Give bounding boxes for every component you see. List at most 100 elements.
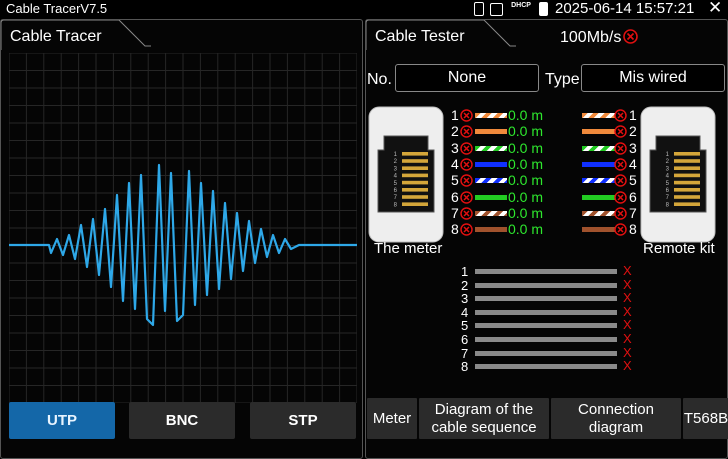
sd-card-icon xyxy=(474,2,484,16)
sequence-row: 1X xyxy=(366,263,728,279)
bnc-button[interactable]: BNC xyxy=(129,402,235,439)
error-icon xyxy=(460,141,473,155)
wire-length: 0.0 m xyxy=(508,139,544,156)
error-icon xyxy=(614,141,627,155)
tab-t568b[interactable]: T568B xyxy=(683,398,728,439)
cable-tester-panel: Cable Tester 100Mb/s No. None Type Mis w… xyxy=(365,19,728,459)
signal-scope xyxy=(9,53,357,403)
tab-connection-diagram[interactable]: Connection diagram xyxy=(551,398,681,439)
error-icon xyxy=(614,125,627,139)
bnc-label: BNC xyxy=(165,412,199,429)
wire-length: 0.0 m xyxy=(508,107,544,123)
remote-wire-color-bar xyxy=(582,129,615,135)
tab-label: Cable Tester xyxy=(375,28,465,45)
remote-wire-pin: 1 xyxy=(629,107,637,123)
tab-meter-label: Meter xyxy=(372,409,412,427)
tab-cable-sequence-label: Diagram of the cable sequence xyxy=(431,400,537,436)
wire-row: 2 0.0 m 2 xyxy=(366,123,728,140)
link-speed: 100Mb/s xyxy=(560,29,622,46)
wire-length: 0.0 m xyxy=(508,155,544,172)
remote-wire-color-bar xyxy=(582,210,615,216)
number-label: No. xyxy=(367,71,392,88)
wire-pin: 2 xyxy=(451,123,459,140)
wire-color-bar xyxy=(475,194,507,200)
remote-wire-color-bar xyxy=(582,145,615,151)
sequence-bar xyxy=(475,282,617,288)
sequence-row: 8X xyxy=(366,358,728,374)
error-icon xyxy=(460,223,473,236)
sequence-bar xyxy=(475,364,617,370)
sequence-bar xyxy=(475,337,617,342)
utp-label: UTP xyxy=(47,412,77,429)
number-field[interactable]: None xyxy=(395,64,539,92)
wire-pin: 1 xyxy=(451,107,459,123)
sequence-row: 4X xyxy=(366,304,728,320)
sequence-bar xyxy=(475,296,617,302)
sequence-bar xyxy=(475,269,617,274)
wire-pin: 5 xyxy=(451,172,459,189)
wire-row: 3 0.0 m 3 xyxy=(366,139,728,157)
remote-wire-pin: 2 xyxy=(629,123,637,140)
error-icon xyxy=(614,109,627,122)
type-label: Type xyxy=(545,71,580,88)
dhcp-icon: DHCP xyxy=(511,2,531,9)
sequence-row: 5X xyxy=(366,317,728,333)
wire-pin: 6 xyxy=(451,188,459,205)
cable-tracer-panel: Cable Tracer UTP BNC STP xyxy=(0,19,363,459)
remote-wire-color-bar xyxy=(582,227,615,233)
error-icon xyxy=(460,207,473,220)
wire-pin: 3 xyxy=(451,139,459,156)
remote-wire-pin: 5 xyxy=(629,172,637,189)
battery-icon xyxy=(539,2,548,16)
sequence-row: 6X xyxy=(366,331,728,347)
error-icon xyxy=(623,29,638,44)
tab-cable-sequence[interactable]: Diagram of the cable sequence xyxy=(419,398,549,439)
sequence-bar xyxy=(475,350,617,356)
type-value: Mis wired xyxy=(619,69,687,86)
utp-button[interactable]: UTP xyxy=(9,402,115,439)
tab-t568b-label: T568B xyxy=(683,409,728,427)
image-icon xyxy=(490,2,503,16)
remote-wire-pin: 8 xyxy=(629,221,637,238)
app-title: Cable TracerV7.5 xyxy=(6,1,108,16)
wire-pin: 7 xyxy=(451,204,459,221)
wire-length: 0.0 m xyxy=(508,172,544,189)
remote-wire-pin: 7 xyxy=(629,204,637,221)
wire-color-bar xyxy=(475,210,507,216)
error-icon xyxy=(614,158,627,171)
wire-color-bar xyxy=(475,161,507,167)
remote-wire-color-bar xyxy=(582,113,615,118)
sequence-bar xyxy=(475,323,617,329)
sequence-bar xyxy=(475,309,617,315)
type-field[interactable]: Mis wired xyxy=(581,64,725,92)
remote-wire-color-bar xyxy=(582,161,615,167)
status-icons: DHCP xyxy=(474,1,548,17)
wire-color-bar xyxy=(475,129,507,135)
error-icon xyxy=(614,223,627,236)
wire-color-bar xyxy=(475,113,507,118)
error-icon xyxy=(460,158,473,171)
sequence-row: 3X xyxy=(366,290,728,306)
wire-length: 0.0 m xyxy=(508,188,544,205)
wire-color-bar xyxy=(475,145,507,151)
clock: 2025-06-14 15:57:21 xyxy=(555,0,695,17)
error-icon xyxy=(460,190,473,204)
wire-row: 8 0.0 m 8 xyxy=(366,221,728,238)
close-icon[interactable]: ✕ xyxy=(708,0,722,18)
remote-label: Remote kit xyxy=(643,240,715,257)
error-icon xyxy=(614,190,627,204)
remote-wire-pin: 4 xyxy=(629,155,637,172)
tab-meter[interactable]: Meter xyxy=(367,398,417,439)
remote-wire-pin: 3 xyxy=(629,139,637,156)
error-icon xyxy=(460,125,473,139)
remote-wire-color-bar xyxy=(582,178,615,184)
tab-label: Cable Tracer xyxy=(10,28,102,45)
wire-color-bar xyxy=(475,178,507,184)
stp-button[interactable]: STP xyxy=(250,402,356,439)
sequence-fail-mark: X xyxy=(623,358,632,374)
status-bar: Cable TracerV7.5 DHCP 2025-06-14 15:57:2… xyxy=(0,0,728,18)
wire-row: 6 0.0 m 6 xyxy=(366,188,728,206)
error-icon xyxy=(614,207,627,220)
error-icon xyxy=(460,174,473,187)
wire-length: 0.0 m xyxy=(508,221,544,238)
